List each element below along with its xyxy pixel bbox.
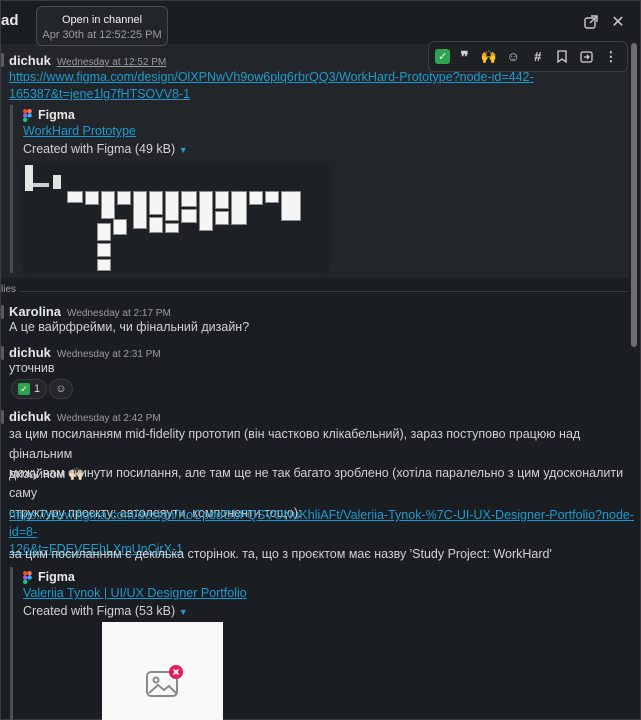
timestamp[interactable]: Wednesday at 2:42 PM bbox=[57, 413, 161, 424]
eyes-emoji-icon[interactable]: ❞ bbox=[455, 47, 475, 67]
preview-frame bbox=[101, 191, 115, 219]
preview-frame bbox=[97, 243, 111, 257]
raised-hands-emoji-icon[interactable]: 🙌 bbox=[479, 47, 499, 67]
bookmark-icon[interactable] bbox=[552, 47, 572, 67]
paragraph-line: можу вам скинути посилання, але там ще н… bbox=[9, 466, 624, 500]
tooltip-time: Apr 30th at 12:52:25 PM bbox=[42, 29, 162, 41]
preview-frame bbox=[165, 191, 179, 221]
replies-count-label: lies bbox=[1, 284, 21, 295]
preview-frame bbox=[281, 191, 301, 221]
preview-frame bbox=[149, 191, 163, 215]
preview-frame bbox=[215, 211, 229, 225]
preview-frame bbox=[215, 191, 229, 209]
preview-frame bbox=[165, 223, 179, 233]
attachment-source: Figma bbox=[23, 107, 75, 123]
add-reaction-icon[interactable]: ☺ bbox=[503, 47, 523, 67]
figma-icon bbox=[23, 109, 32, 123]
more-options-icon[interactable]: ⋮ bbox=[601, 47, 621, 67]
add-reaction-icon: ☺ bbox=[55, 383, 67, 395]
preview-frame bbox=[133, 191, 147, 229]
preview-frame bbox=[97, 223, 111, 241]
broken-image-icon bbox=[146, 665, 183, 697]
preview-frame bbox=[97, 259, 111, 271]
message-text: уточнив bbox=[9, 361, 55, 375]
author-name[interactable]: dichuk bbox=[9, 409, 51, 424]
message-actions-toolbar: ✓ ❞ 🙌 ☺ # ⋮ bbox=[428, 41, 628, 72]
check-emoji-icon[interactable]: ✓ bbox=[435, 49, 451, 64]
tooltip-title: Open in channel bbox=[61, 14, 143, 26]
preview-frame bbox=[199, 191, 213, 231]
avatar bbox=[1, 346, 4, 360]
attachment-meta-text: Created with Figma (53 kB) bbox=[23, 604, 176, 618]
attachment-bar bbox=[10, 567, 13, 720]
message-header: dichuk Wednesday at 12:52 PM bbox=[9, 53, 166, 68]
preview-frame bbox=[181, 191, 197, 207]
add-reaction-button[interactable]: ☺ bbox=[49, 379, 73, 399]
preview-frame bbox=[25, 165, 33, 191]
preview-frame bbox=[249, 191, 263, 205]
thread-panel: ad ✕ Open in channel Apr 30th at 12:52:2… bbox=[0, 0, 641, 720]
attachment-bar bbox=[10, 105, 13, 273]
thread-title: ad bbox=[1, 12, 19, 29]
preview-frame bbox=[33, 183, 49, 187]
avatar bbox=[1, 53, 4, 67]
paragraph-line: за цим посиланням mid-fidelity прототип … bbox=[9, 427, 581, 461]
scrollbar[interactable] bbox=[631, 43, 637, 347]
preview-frame bbox=[265, 191, 279, 203]
attachment-title-link[interactable]: Valeriia Tynok | UI/UX Designer Portfoli… bbox=[23, 586, 247, 600]
preview-frame bbox=[85, 191, 99, 205]
reaction-count: 1 bbox=[34, 383, 41, 395]
message-text: А це вайрфрейми, чи фінальний дизайн? bbox=[9, 320, 250, 334]
timestamp[interactable]: Wednesday at 2:31 PM bbox=[57, 349, 161, 360]
preview-frame bbox=[113, 219, 127, 235]
preview-frame bbox=[231, 191, 247, 225]
attachment-meta-text: Created with Figma (49 kB) bbox=[23, 142, 176, 156]
caret-down-icon[interactable]: ▼ bbox=[179, 607, 188, 617]
figma-link-line-2[interactable]: 165387&t=jene1lg7fHTSOVV8-1 bbox=[9, 86, 534, 103]
figma-link-line-1[interactable]: https://www.figma.com/design/XoCpbdGbFQS… bbox=[9, 507, 640, 541]
attachment-source-name: Figma bbox=[38, 570, 75, 584]
attachment-meta[interactable]: Created with Figma (53 kB) ▼ bbox=[23, 603, 188, 618]
preview-frame bbox=[67, 191, 83, 203]
timestamp[interactable]: Wednesday at 12:52 PM bbox=[57, 57, 166, 68]
reaction-check[interactable]: ✓ 1 bbox=[11, 379, 48, 399]
message-paragraph: за цим посиланням є декілька сторінок. т… bbox=[9, 547, 552, 561]
caret-down-icon[interactable]: ▼ bbox=[179, 145, 188, 155]
figma-icon bbox=[23, 571, 32, 585]
attachment-source-name: Figma bbox=[38, 108, 75, 122]
broken-image-preview[interactable] bbox=[102, 622, 223, 720]
attachment-title-link[interactable]: WorkHard Prototype bbox=[23, 124, 136, 138]
attachment-meta[interactable]: Created with Figma (49 kB) ▼ bbox=[23, 141, 188, 156]
message-link[interactable]: https://www.figma.com/design/OlXPNwVh9ow… bbox=[9, 69, 534, 103]
reply-in-channel-icon[interactable]: # bbox=[528, 47, 548, 67]
author-name[interactable]: dichuk bbox=[9, 53, 51, 68]
preview-frame bbox=[149, 217, 163, 233]
preview-frame bbox=[117, 191, 131, 205]
check-emoji-icon: ✓ bbox=[18, 383, 30, 395]
avatar bbox=[1, 305, 4, 319]
close-icon[interactable]: ✕ bbox=[608, 12, 628, 32]
forward-icon[interactable] bbox=[576, 47, 596, 67]
figma-preview-image[interactable] bbox=[23, 161, 329, 273]
attachment-source: Figma bbox=[23, 569, 75, 585]
avatar bbox=[1, 410, 4, 424]
preview-frame bbox=[181, 209, 197, 223]
preview-frame bbox=[53, 175, 61, 189]
open-in-channel-tooltip: Open in channel Apr 30th at 12:52:25 PM bbox=[36, 6, 168, 46]
replies-divider bbox=[1, 291, 629, 292]
message-header: dichuk Wednesday at 2:42 PM bbox=[9, 409, 161, 424]
expand-icon[interactable] bbox=[581, 12, 601, 32]
